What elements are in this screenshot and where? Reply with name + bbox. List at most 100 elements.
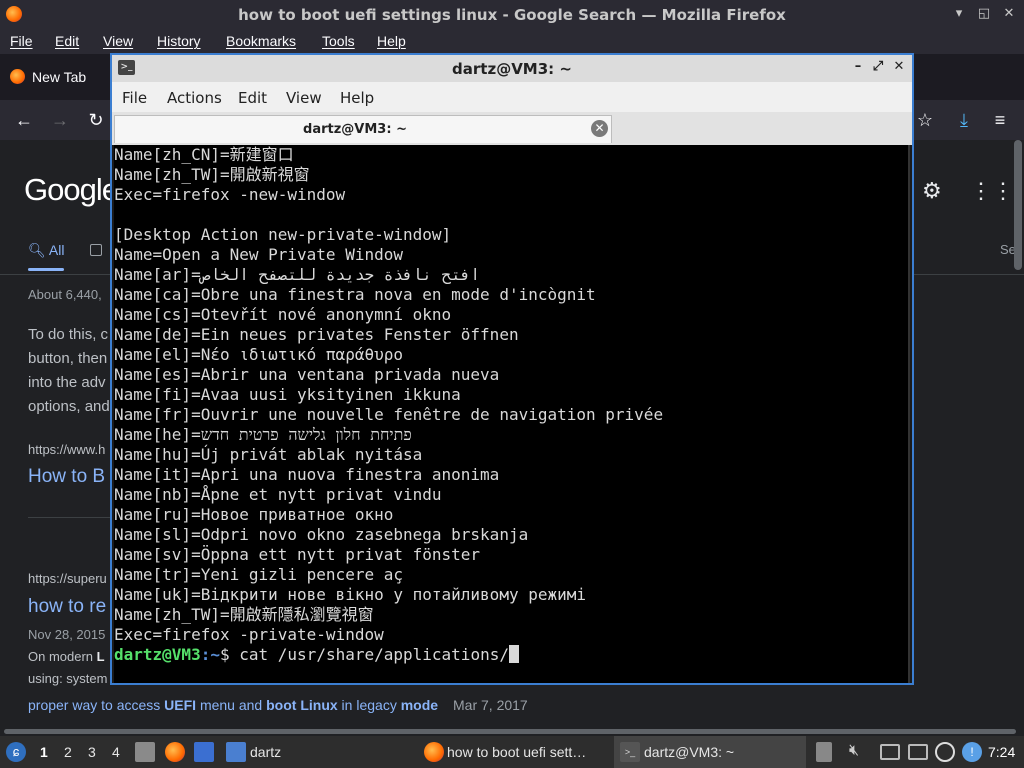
snippet-line: into the adv: [28, 374, 106, 391]
prompt-sep: :: [200, 645, 211, 664]
workspace-4[interactable]: 4: [112, 744, 120, 760]
related-result-date: Mar 7, 2017: [453, 697, 528, 713]
close-icon[interactable]: ✕: [1000, 5, 1018, 23]
menu-file[interactable]: File: [10, 33, 33, 49]
terminal-line: Name[cs]=Otevřít nové anonymní okno: [114, 305, 452, 324]
terminal-line: Name[zh_TW]=開啟新隱私瀏覽視窗: [114, 605, 374, 624]
terminal-window[interactable]: >_ dartz@VM3: ~ – ⤢ ✕ File Actions Edit …: [110, 53, 914, 685]
bookmark-star-icon[interactable]: ☆: [913, 108, 937, 132]
terminal-command: cat /usr/share/applications/: [239, 645, 509, 664]
terminal-line: Exec=firefox -new-window: [114, 185, 346, 204]
terminal-menu-actions[interactable]: Actions: [167, 89, 222, 107]
tab-new-tab[interactable]: New Tab: [4, 62, 110, 92]
terminal-line: Name[ca]=Obre una finestra nova en mode …: [114, 285, 596, 304]
terminal-line: Name[fr]=Ouvrir une nouvelle fenêtre de …: [114, 405, 664, 424]
snippet-line: To do this, c: [28, 326, 109, 343]
muted-speaker-icon[interactable]: 🔇︎: [844, 742, 864, 762]
terminal-tab-label: dartz@VM3: ~: [303, 122, 407, 137]
search-icon: 🔍︎: [28, 242, 49, 258]
notification-icon[interactable]: !: [962, 742, 982, 762]
terminal-menu-help[interactable]: Help: [340, 89, 374, 107]
result-snippet: using: system: [28, 671, 108, 686]
prompt-user: dartz@VM3: [114, 645, 201, 664]
firefox-window-title: how to boot uefi settings linux - Google…: [238, 6, 786, 24]
result-divider: [28, 517, 110, 518]
desktop-launcher-icon[interactable]: [194, 742, 214, 762]
hamburger-menu-icon[interactable]: ≡: [988, 108, 1012, 132]
terminal-line: [Desktop Action new-private-window]: [114, 225, 452, 244]
result-title-link[interactable]: how to re: [28, 596, 106, 618]
task-folder[interactable]: dartz: [226, 736, 406, 768]
terminal-menu-view[interactable]: View: [286, 89, 322, 107]
result-title-link[interactable]: How to B: [28, 466, 105, 488]
task-terminal[interactable]: >_ dartz@VM3: ~: [614, 736, 806, 768]
terminal-line: Exec=firefox -private-window: [114, 625, 384, 644]
terminal-output[interactable]: Name[zh_CN]=新建窗口 Name[zh_TW]=開啟新視窗 Exec=fi…: [114, 145, 910, 683]
maximize-icon[interactable]: ◱: [975, 5, 993, 23]
terminal-line: Name[it]=Apri una nuova finestra anonima: [114, 465, 500, 484]
gear-icon[interactable]: ⚙: [922, 178, 942, 204]
terminal-tabbar: dartz@VM3: ~ ✕: [112, 112, 912, 145]
firefox-icon: [424, 742, 444, 762]
display-icon[interactable]: [880, 744, 900, 760]
menu-history[interactable]: History: [157, 33, 201, 49]
downloads-icon[interactable]: ⤓: [952, 108, 976, 132]
menu-help[interactable]: Help: [377, 33, 406, 49]
menu-tools[interactable]: Tools: [322, 33, 355, 49]
related-result-link[interactable]: proper way to access UEFI menu and boot …: [28, 697, 438, 713]
snippet-line: options, and: [28, 398, 110, 415]
terminal-line: Name[nb]=Åpne et nytt privat vindu: [114, 485, 442, 504]
terminal-menu-edit[interactable]: Edit: [238, 89, 267, 107]
reload-icon[interactable]: ↻: [84, 108, 108, 132]
horizontal-scrollbar[interactable]: [4, 729, 1016, 734]
prompt-path: ~: [210, 645, 220, 664]
maximize-icon[interactable]: ⤢: [870, 59, 886, 77]
clock: 7:24: [988, 744, 1016, 760]
terminal-title: dartz@VM3: ~: [452, 60, 572, 78]
google-logo[interactable]: Google: [24, 172, 119, 208]
result-url[interactable]: https://superu: [28, 571, 107, 586]
terminal-line: Name[de]=Ein neues privates Fenster öffn…: [114, 325, 519, 344]
terminal-line: Name[uk]=Відкрити нове вікно у потайливо…: [114, 585, 587, 604]
forward-icon[interactable]: →: [48, 108, 72, 132]
tab-all[interactable]: 🔍︎ All: [28, 242, 64, 259]
terminal-scrollbar[interactable]: [908, 145, 910, 683]
workspace-3[interactable]: 3: [88, 744, 96, 760]
terminal-tab[interactable]: dartz@VM3: ~ ✕: [114, 115, 612, 143]
terminal-line: Name=Open a New Private Window: [114, 245, 403, 264]
workspace-1[interactable]: 1: [40, 744, 48, 760]
file-manager-launcher-icon[interactable]: [135, 742, 155, 762]
close-tab-icon[interactable]: ✕: [591, 120, 608, 137]
terminal-prompt-line[interactable]: dartz@VM3:~$ cat /usr/share/applications…: [114, 645, 910, 665]
video-tab-icon[interactable]: [90, 244, 102, 256]
terminal-line: Name[es]=Abrir una ventana privada nueva: [114, 365, 500, 384]
firefox-titlebar: how to boot uefi settings linux - Google…: [0, 0, 1024, 30]
terminal-line: Name[he]=פתיחת חלון גלישה פרטית חדש: [114, 425, 412, 444]
minimize-icon[interactable]: –: [850, 59, 866, 77]
close-icon[interactable]: ✕: [891, 59, 907, 77]
taskbar: ɕ 1 2 3 4 dartz how to boot uefi sett… >…: [0, 736, 1024, 768]
firefox-launcher-icon[interactable]: [165, 742, 185, 762]
terminal-menu-file[interactable]: File: [122, 89, 147, 107]
terminal-line: Name[zh_CN]=新建窗口: [114, 145, 294, 164]
clipboard-icon[interactable]: [816, 742, 832, 762]
menu-edit[interactable]: Edit: [55, 33, 79, 49]
menu-bookmarks[interactable]: Bookmarks: [226, 33, 296, 49]
terminal-line: Name[ru]=Новое приватное окно: [114, 505, 394, 524]
menu-view[interactable]: View: [103, 33, 133, 49]
vertical-scrollbar[interactable]: [1014, 140, 1022, 270]
result-date: Nov 28, 2015: [28, 627, 106, 642]
terminal-line: Name[fi]=Avaa uusi yksityinen ikkuna: [114, 385, 461, 404]
apps-grid-icon[interactable]: ⋮⋮: [970, 178, 1014, 204]
start-menu-icon[interactable]: ɕ: [6, 742, 26, 762]
terminal-titlebar[interactable]: >_ dartz@VM3: ~ – ⤢ ✕: [112, 55, 912, 82]
update-icon[interactable]: [935, 742, 955, 762]
back-icon[interactable]: ←: [12, 108, 36, 132]
minimize-icon[interactable]: ▾: [950, 5, 968, 23]
keyboard-icon[interactable]: [908, 744, 928, 760]
tab-active-indicator: [28, 268, 64, 271]
results-count: About 6,440,: [28, 287, 102, 302]
workspace-2[interactable]: 2: [64, 744, 72, 760]
result-url[interactable]: https://www.h: [28, 442, 105, 457]
task-firefox[interactable]: how to boot uefi sett…: [424, 736, 612, 768]
